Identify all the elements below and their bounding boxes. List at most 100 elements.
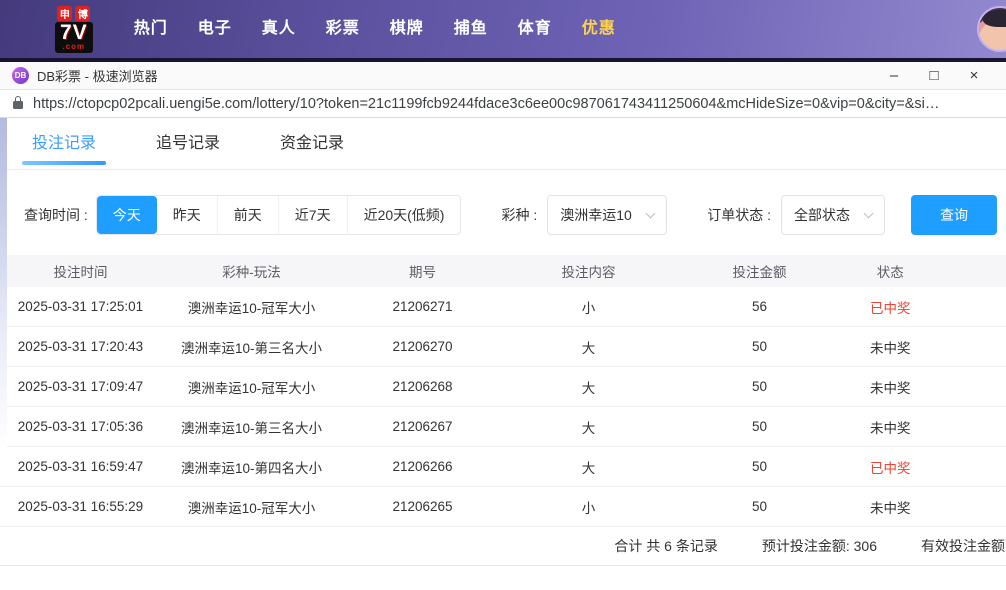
bet-status: 未中奖 <box>870 420 911 436</box>
url-text[interactable]: https://ctopcp02pcali.uengi5e.com/lotter… <box>33 96 939 112</box>
minimize-icon[interactable]: – <box>874 62 914 90</box>
logo-main: 7V .com <box>55 21 93 53</box>
game-play: 澳洲幸运10-第四名大小 <box>180 460 322 476</box>
valid-amount-label: 有效投注金额 <box>921 538 1005 554</box>
page-content: 投注记录 追号记录 资金记录 查询时间 : 今天 昨天 前天 近7天 近20天(… <box>0 118 1006 589</box>
date-option-yesterday[interactable]: 昨天 <box>157 196 217 234</box>
nav-item-slots[interactable]: 电子 <box>183 0 247 58</box>
table-body: 2025-03-31 17:25:01 澳洲幸运10-冠军大小 21206271 小 5… <box>0 287 1006 527</box>
maximize-icon[interactable]: □ <box>914 62 954 90</box>
bet-amount: 50 <box>751 419 768 434</box>
close-icon[interactable]: × <box>954 62 994 90</box>
table-row: 2025-03-31 17:25:01 澳洲幸运10-冠军大小 21206271 小 5… <box>0 287 1006 327</box>
record-tabs: 投注记录 追号记录 资金记录 <box>0 118 1006 170</box>
nav-menu: 热门 电子 真人 彩票 棋牌 捕鱼 体育 优惠 <box>119 0 631 58</box>
bet-content: 小 <box>581 500 596 516</box>
window-controls: – □ × <box>874 62 994 90</box>
bet-time: 2025-03-31 16:55:29 <box>17 499 144 514</box>
browser-title: DB彩票 - 极速浏览器 <box>37 69 158 84</box>
query-time-label: 查询时间 : <box>24 207 88 223</box>
site-navbar: 申 博 7V .com 热门 电子 真人 彩票 棋牌 捕鱼 体育 优惠 <box>0 0 1006 58</box>
chevron-down-icon <box>863 208 874 218</box>
lottery-type-value: 澳洲幸运10 <box>560 207 632 223</box>
nav-item-hot[interactable]: 热门 <box>119 0 183 58</box>
bet-time: 2025-03-31 17:25:01 <box>17 299 144 314</box>
bet-content: 大 <box>581 460 596 476</box>
nav-item-promo[interactable]: 优惠 <box>567 0 631 58</box>
bet-content: 大 <box>581 420 596 436</box>
bet-status: 未中奖 <box>870 340 911 356</box>
bet-status: 未中奖 <box>870 380 911 396</box>
game-play: 澳洲幸运10-冠军大小 <box>187 500 316 516</box>
nav-item-fishing[interactable]: 捕鱼 <box>439 0 503 58</box>
summary-bar: 合计 共 6 条记录 预计投注金额: 306 有效投注金额 <box>0 527 1006 566</box>
url-bar[interactable]: https://ctopcp02pcali.uengi5e.com/lotter… <box>0 90 1006 118</box>
bet-status: 已中奖 <box>870 300 911 316</box>
issue-number: 21206271 <box>392 299 453 314</box>
logo-badge-right: 博 <box>75 5 91 21</box>
nav-item-lottery[interactable]: 彩票 <box>311 0 375 58</box>
game-play: 澳洲幸运10-第三名大小 <box>180 340 322 356</box>
column-header: 投注时间 <box>53 265 108 280</box>
game-play: 澳洲幸运10-第三名大小 <box>180 420 322 436</box>
issue-number: 21206266 <box>392 459 453 474</box>
bet-status: 已中奖 <box>870 460 911 476</box>
expected-amount-text: 预计投注金额: 306 <box>761 538 877 554</box>
table-row: 2025-03-31 16:55:29 澳洲幸运10-冠军大小 21206265 小 5… <box>0 487 1006 527</box>
nav-item-sports[interactable]: 体育 <box>503 0 567 58</box>
bet-content: 大 <box>581 340 596 356</box>
page-edge-strip <box>0 118 7 448</box>
order-status-select[interactable]: 全部状态 <box>781 195 886 235</box>
table-row: 2025-03-31 16:59:47 澳洲幸运10-第四名大小 21206266 大… <box>0 447 1006 487</box>
bet-time: 2025-03-31 17:05:36 <box>17 419 144 434</box>
browser-titlebar: DB DB彩票 - 极速浏览器 – □ × <box>0 62 1006 90</box>
issue-number: 21206265 <box>392 499 453 514</box>
column-header: 彩种-玩法 <box>222 265 281 280</box>
bet-time: 2025-03-31 16:59:47 <box>17 459 144 474</box>
lock-icon[interactable] <box>13 95 23 110</box>
chevron-down-icon <box>645 208 656 218</box>
issue-number: 21206268 <box>392 379 453 394</box>
logo-badges: 申 博 <box>57 5 91 21</box>
bet-amount: 50 <box>751 459 768 474</box>
date-option-today[interactable]: 今天 <box>96 196 157 234</box>
logo-suffix: .com <box>62 41 86 51</box>
bet-time: 2025-03-31 17:09:47 <box>17 379 144 394</box>
table-row: 2025-03-31 17:09:47 澳洲幸运10-冠军大小 21206268 大 5… <box>0 367 1006 407</box>
browser-favicon-icon: DB <box>12 67 29 84</box>
game-play: 澳洲幸运10-冠军大小 <box>187 380 316 396</box>
issue-number: 21206270 <box>392 339 453 354</box>
date-option-day-before[interactable]: 前天 <box>216 196 278 234</box>
total-records-text: 合计 共 6 条记录 <box>614 538 718 554</box>
quick-date-group: 今天 昨天 前天 近7天 近20天(低频) <box>95 195 462 235</box>
bet-amount: 50 <box>751 339 768 354</box>
tab-fund-records[interactable]: 资金记录 <box>274 118 350 170</box>
tab-bet-records[interactable]: 投注记录 <box>21 118 107 170</box>
table-row: 2025-03-31 17:05:36 澳洲幸运10-第三名大小 21206267 大… <box>0 407 1006 447</box>
tab-chase-records[interactable]: 追号记录 <box>150 118 226 170</box>
lottery-type-label: 彩种 : <box>501 207 538 223</box>
bet-content: 小 <box>581 300 596 316</box>
bet-amount: 50 <box>751 499 768 514</box>
user-avatar[interactable] <box>977 6 1006 52</box>
nav-item-live[interactable]: 真人 <box>247 0 311 58</box>
order-status-value: 全部状态 <box>794 207 851 223</box>
nav-item-cards[interactable]: 棋牌 <box>375 0 439 58</box>
date-option-last-20-days[interactable]: 近20天(低频) <box>346 196 461 234</box>
bet-status: 未中奖 <box>870 500 911 516</box>
issue-number: 21206267 <box>392 419 453 434</box>
bet-records-table: 投注时间 彩种-玩法 期号 投注内容 投注金额 状态 2025-03-31 17:25:0… <box>0 255 1006 527</box>
search-button[interactable]: 查询 <box>911 195 998 235</box>
table-header-row: 投注时间 彩种-玩法 期号 投注内容 投注金额 状态 <box>0 255 1006 287</box>
column-header: 状态 <box>876 265 904 280</box>
site-logo[interactable]: 申 博 7V .com <box>55 5 93 53</box>
column-header: 投注内容 <box>561 265 616 280</box>
date-option-last-7-days[interactable]: 近7天 <box>277 196 347 234</box>
bet-amount: 56 <box>751 299 768 314</box>
order-status-label: 订单状态 : <box>707 207 772 223</box>
lottery-type-select[interactable]: 澳洲幸运10 <box>547 195 668 235</box>
column-header: 期号 <box>409 265 436 280</box>
bet-content: 大 <box>581 380 596 396</box>
bet-time: 2025-03-31 17:20:43 <box>17 339 144 354</box>
logo-badge-left: 申 <box>57 5 73 21</box>
